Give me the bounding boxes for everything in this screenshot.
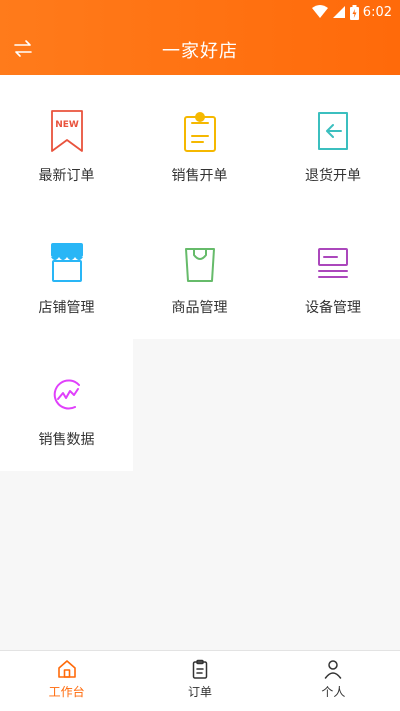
- tab-workbench[interactable]: 工作台: [0, 651, 133, 711]
- menu-label: 商品管理: [171, 300, 228, 316]
- tab-label: 个人: [321, 685, 346, 699]
- menu-sales-data[interactable]: 销售数据: [0, 339, 133, 471]
- bottom-tab-bar: 工作台 订单 个人: [0, 650, 400, 711]
- menu-label: 店铺管理: [38, 300, 95, 316]
- status-bar: 6:02: [0, 0, 400, 24]
- tab-profile[interactable]: 个人: [267, 651, 400, 711]
- status-icons: 6:02: [311, 3, 392, 21]
- wifi-icon: [311, 5, 328, 18]
- battery-icon: [349, 4, 359, 20]
- tab-label: 工作台: [48, 685, 85, 699]
- tab-orders[interactable]: 订单: [133, 651, 266, 711]
- clipboard-icon: [192, 659, 208, 679]
- home-icon: [57, 660, 76, 678]
- shopping-bag-icon: [184, 248, 215, 282]
- menu-label: 销售开单: [171, 168, 228, 184]
- menu-sales-order[interactable]: 销售开单: [133, 75, 266, 207]
- menu-store-management[interactable]: 店铺管理: [0, 207, 133, 339]
- menu-label: 设备管理: [305, 300, 361, 316]
- menu-label: 最新订单: [38, 168, 95, 184]
- tab-label: 订单: [187, 685, 212, 699]
- sales-order-icon: [183, 112, 216, 152]
- menu-label: 销售数据: [38, 432, 95, 448]
- page-title: 一家好店: [162, 41, 238, 62]
- cell-signal-icon: [332, 6, 345, 18]
- store-icon: [50, 243, 83, 282]
- nav-bar: 一家好店: [0, 24, 400, 75]
- new-badge: NEW: [55, 120, 79, 130]
- user-icon: [325, 660, 342, 679]
- app-bar: 6:02 一家好店: [0, 0, 400, 75]
- menu-return-order[interactable]: 退货开单: [266, 75, 400, 207]
- menu-label: 退货开单: [305, 168, 361, 184]
- device-icon: [318, 248, 348, 278]
- sales-chart-icon: [53, 379, 80, 410]
- menu-device-management[interactable]: 设备管理: [266, 207, 400, 339]
- status-time: 6:02: [362, 4, 392, 20]
- return-order-icon: [318, 112, 348, 150]
- menu-product-management[interactable]: 商品管理: [133, 207, 266, 339]
- new-order-icon: NEW: [50, 110, 83, 152]
- menu-latest-orders[interactable]: NEW 最新订单: [0, 75, 133, 207]
